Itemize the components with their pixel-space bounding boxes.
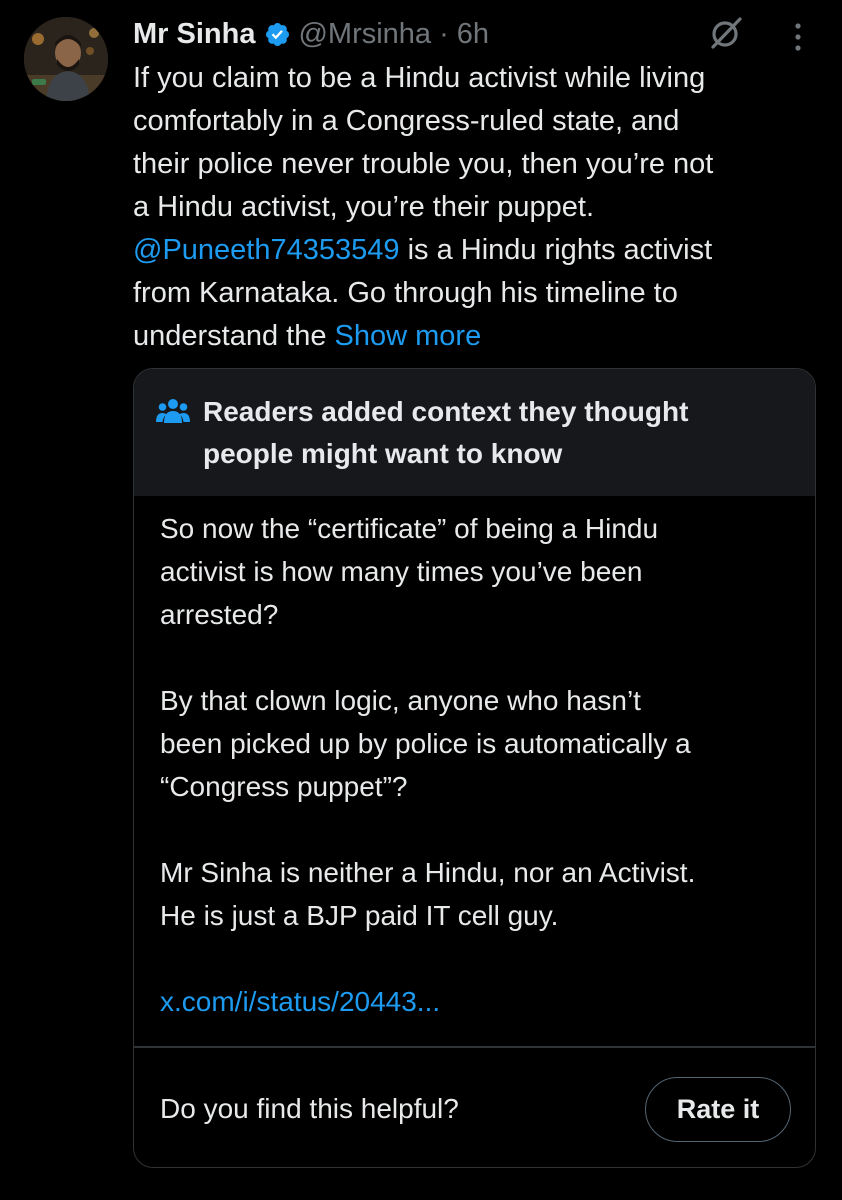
note-title-line: Readers added context they thought [203, 396, 689, 427]
note-paragraph: Mr Sinha is neither a Hindu, nor an Acti… [160, 851, 800, 937]
tweet-text-line: their police never trouble you, then you… [133, 148, 714, 180]
grok-icon[interactable] [708, 15, 744, 51]
community-note-body: So now the “certificate” of being a Hind… [160, 507, 800, 1023]
note-line: By that clown logic, anyone who hasn’t [160, 685, 641, 716]
separator-dot: · [439, 18, 449, 50]
people-icon [156, 399, 190, 423]
note-line: activist is how many times you’ve been [160, 556, 643, 587]
verified-badge-icon [266, 22, 290, 46]
community-note: Readers added context they thought peopl… [133, 368, 816, 1168]
author-handle[interactable]: @Mrsinha [298, 14, 431, 54]
note-line: arrested? [160, 599, 279, 630]
helpful-prompt: Do you find this helpful? [160, 1093, 459, 1124]
tweet-header: Mr Sinha @Mrsinha · 6h [133, 14, 489, 54]
note-line: Mr Sinha is neither a Hindu, nor an Acti… [160, 857, 696, 888]
tweet-text-line: a Hindu activist, you’re their puppet. [133, 191, 595, 223]
community-note-title: Readers added context they thought peopl… [203, 391, 793, 475]
tweet-text-fragment: is a Hindu rights activist [399, 234, 713, 266]
tweet[interactable]: Mr Sinha @Mrsinha · 6h If you claim to b… [0, 0, 842, 1200]
tweet-text-line: If you claim to be a Hindu activist whil… [133, 62, 706, 94]
mention-link[interactable]: @Puneeth74353549 [133, 234, 400, 266]
tweet-text-line: comfortably in a Congress-ruled state, a… [133, 105, 680, 137]
tweet-text-line: understand the Show more [133, 315, 813, 358]
note-paragraph: By that clown logic, anyone who hasn’t b… [160, 679, 800, 808]
more-options-icon[interactable] [785, 20, 811, 54]
note-line: been picked up by police is automaticall… [160, 728, 691, 759]
show-more-link[interactable]: Show more [335, 320, 482, 352]
avatar-image [24, 17, 108, 101]
note-paragraph: So now the “certificate” of being a Hind… [160, 507, 800, 636]
post-time[interactable]: 6h [457, 14, 489, 54]
note-line: “Congress puppet”? [160, 771, 408, 802]
community-note-header[interactable]: Readers added context they thought peopl… [134, 369, 815, 496]
note-line: So now the “certificate” of being a Hind… [160, 513, 659, 544]
avatar[interactable] [24, 17, 108, 101]
note-line: He is just a BJP paid IT cell guy. [160, 900, 559, 931]
note-source-link[interactable]: x.com/i/status/20443... [160, 980, 800, 1023]
tweet-text-line: @Puneeth74353549 is a Hindu rights activ… [133, 229, 813, 272]
tweet-text: If you claim to be a Hindu activist whil… [133, 57, 813, 358]
author-name[interactable]: Mr Sinha [133, 14, 255, 54]
note-divider [134, 1046, 815, 1048]
rate-it-button[interactable]: Rate it [645, 1077, 791, 1142]
note-title-line: people might want to know [203, 438, 563, 469]
tweet-text-line: from Karnataka. Go through his timeline … [133, 277, 678, 309]
tweet-text-fragment: understand the [133, 320, 335, 352]
